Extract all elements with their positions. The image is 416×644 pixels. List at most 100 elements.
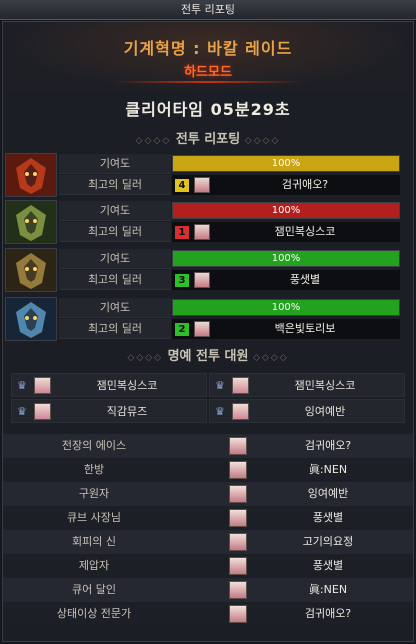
avatar bbox=[229, 461, 247, 479]
award-recipient[interactable]: 검귀애오? bbox=[253, 434, 403, 458]
award-title: 제압자 bbox=[78, 559, 110, 572]
contribution-bar: 100% bbox=[172, 155, 400, 172]
dealer-name: 풍샛별 bbox=[289, 273, 321, 286]
honor-member[interactable]: ♛ 직감뮤즈 bbox=[11, 399, 207, 423]
blue-dragon-boss-icon bbox=[5, 297, 57, 341]
award-recipient[interactable]: 잉여예반 bbox=[253, 482, 403, 506]
avatar bbox=[194, 321, 210, 337]
dealer-name: 백은빛토리보 bbox=[274, 322, 336, 335]
top-dealer-label: 최고의 딜러 bbox=[59, 222, 171, 242]
avatar bbox=[229, 581, 247, 599]
award-list: 전장의 에이스 검귀애오? 한방 眞:NEN 구원자 잉여예반 큐브 사장님 풍… bbox=[3, 434, 413, 626]
battle-report-panel: 기계혁명 : 바칼 레이드 하드모드 클리어타임 05분29초 ◇◇◇◇ 전투 … bbox=[2, 21, 414, 642]
red-dragon-boss-icon bbox=[5, 153, 57, 197]
honor-member[interactable]: ♛ 잼민복싱스코 bbox=[11, 373, 207, 397]
party-row: 기여도 최고의 딜러 100% 4 검귀애오? bbox=[3, 152, 413, 198]
award-recipient[interactable]: 고기의요정 bbox=[253, 530, 403, 554]
crown-icon: ♛ bbox=[17, 379, 27, 392]
contribution-bar: 100% bbox=[172, 250, 400, 267]
crown-icon: ♛ bbox=[215, 379, 225, 392]
award-row: 전장의 에이스 검귀애오? bbox=[3, 434, 413, 458]
avatar bbox=[229, 485, 247, 503]
header-divider bbox=[113, 81, 303, 83]
honor-member[interactable]: ♛ 잉여예반 bbox=[209, 399, 405, 423]
award-recipient[interactable]: 眞:NEN bbox=[253, 458, 403, 482]
award-title: 구원자 bbox=[78, 487, 110, 500]
party-row: 기여도 최고의 딜러 100% 2 백은빛토리보 bbox=[3, 296, 413, 342]
dealer-rank-badge: 3 bbox=[175, 274, 189, 287]
award-recipient[interactable]: 풍샛별 bbox=[253, 506, 403, 530]
dealer-name: 잼민복싱스코 bbox=[274, 225, 336, 238]
award-title: 회피의 신 bbox=[72, 535, 116, 548]
window-title: 전투 리포팅 bbox=[0, 0, 416, 20]
contribution-label: 기여도 bbox=[59, 249, 171, 269]
crown-icon: ♛ bbox=[215, 405, 225, 418]
report-section-title: ◇◇◇◇ 전투 리포팅 ◇◇◇◇ bbox=[3, 128, 413, 147]
dealer-rank-badge: 1 bbox=[175, 226, 189, 239]
avatar bbox=[194, 272, 210, 288]
contribution-value: 100% bbox=[271, 158, 301, 169]
contribution-value: 100% bbox=[271, 205, 301, 216]
award-title: 전장의 에이스 bbox=[61, 439, 127, 452]
honor-section-title: ◇◇◇◇ 명예 전투 대원 ◇◇◇◇ bbox=[3, 345, 413, 364]
honor-members: ♛ 잼민복싱스코 ♛ 잼민복싱스코 ♛ 직감뮤즈 ♛ 잉여예반 bbox=[11, 373, 405, 424]
honor-member-name: 잼민복싱스코 bbox=[294, 379, 356, 392]
award-row: 회피의 신 고기의요정 bbox=[3, 530, 413, 554]
raid-title: 기계혁명 : 바칼 레이드 bbox=[123, 39, 293, 58]
honor-member-name: 잼민복싱스코 bbox=[96, 379, 158, 392]
avatar bbox=[229, 533, 247, 551]
gold-dragon-boss-icon bbox=[5, 248, 57, 292]
award-row: 큐브 사장님 풍샛별 bbox=[3, 506, 413, 530]
contribution-label: 기여도 bbox=[59, 201, 171, 221]
avatar bbox=[232, 377, 249, 394]
crown-icon: ♛ bbox=[17, 405, 27, 418]
raid-header: 기계혁명 : 바칼 레이드 하드모드 bbox=[3, 22, 413, 92]
award-title: 큐브 사장님 bbox=[66, 511, 122, 524]
award-title: 큐어 달인 bbox=[72, 583, 116, 596]
decor-left: ◇◇◇◇ bbox=[135, 136, 172, 146]
difficulty-label: 하드모드 bbox=[184, 65, 232, 80]
top-dealer[interactable]: 2 백은빛토리보 bbox=[172, 319, 400, 339]
award-row: 제압자 풍샛별 bbox=[3, 554, 413, 578]
honor-member-name: 직감뮤즈 bbox=[106, 405, 148, 418]
award-recipient[interactable]: 眞:NEN bbox=[253, 578, 403, 602]
contribution-value: 100% bbox=[271, 302, 301, 313]
dealer-name: 검귀애오? bbox=[281, 178, 329, 191]
honor-member[interactable]: ♛ 잼민복싱스코 bbox=[209, 373, 405, 397]
party-row: 기여도 최고의 딜러 100% 1 잼민복싱스코 bbox=[3, 199, 413, 245]
contribution-label: 기여도 bbox=[59, 298, 171, 318]
top-dealer[interactable]: 4 검귀애오? bbox=[172, 175, 400, 195]
avatar bbox=[194, 224, 210, 240]
top-dealer[interactable]: 1 잼민복싱스코 bbox=[172, 222, 400, 242]
dealer-rank-badge: 4 bbox=[175, 179, 189, 192]
award-row: 상태이상 전문가 검귀애오? bbox=[3, 602, 413, 626]
top-dealer-label: 최고의 딜러 bbox=[59, 175, 171, 195]
award-row: 구원자 잉여예반 bbox=[3, 482, 413, 506]
avatar bbox=[229, 557, 247, 575]
clear-time: 클리어타임 05분29초 bbox=[125, 100, 291, 119]
top-dealer-label: 최고의 딜러 bbox=[59, 319, 171, 339]
contribution-bar: 100% bbox=[172, 202, 400, 219]
top-dealer-label: 최고의 딜러 bbox=[59, 270, 171, 290]
decor-right: ◇◇◇◇ bbox=[244, 136, 281, 146]
avatar bbox=[232, 403, 249, 420]
avatar bbox=[34, 377, 51, 394]
award-row: 큐어 달인 眞:NEN bbox=[3, 578, 413, 602]
top-dealer[interactable]: 3 풍샛별 bbox=[172, 270, 400, 290]
avatar bbox=[229, 605, 247, 623]
award-row: 한방 眞:NEN bbox=[3, 458, 413, 482]
award-title: 상태이상 전문가 bbox=[56, 607, 132, 620]
decor-left: ◇◇◇◇ bbox=[127, 353, 164, 363]
award-recipient[interactable]: 풍샛별 bbox=[253, 554, 403, 578]
avatar bbox=[34, 403, 51, 420]
honor-member-name: 잉여예반 bbox=[304, 405, 346, 418]
avatar bbox=[194, 177, 210, 193]
contribution-label: 기여도 bbox=[59, 154, 171, 174]
green-dragon-boss-icon bbox=[5, 200, 57, 244]
dealer-rank-badge: 2 bbox=[175, 323, 189, 336]
contribution-value: 100% bbox=[271, 253, 301, 264]
decor-right: ◇◇◇◇ bbox=[252, 353, 289, 363]
award-title: 한방 bbox=[83, 463, 105, 476]
avatar bbox=[229, 509, 247, 527]
award-recipient[interactable]: 검귀애오? bbox=[253, 602, 403, 626]
